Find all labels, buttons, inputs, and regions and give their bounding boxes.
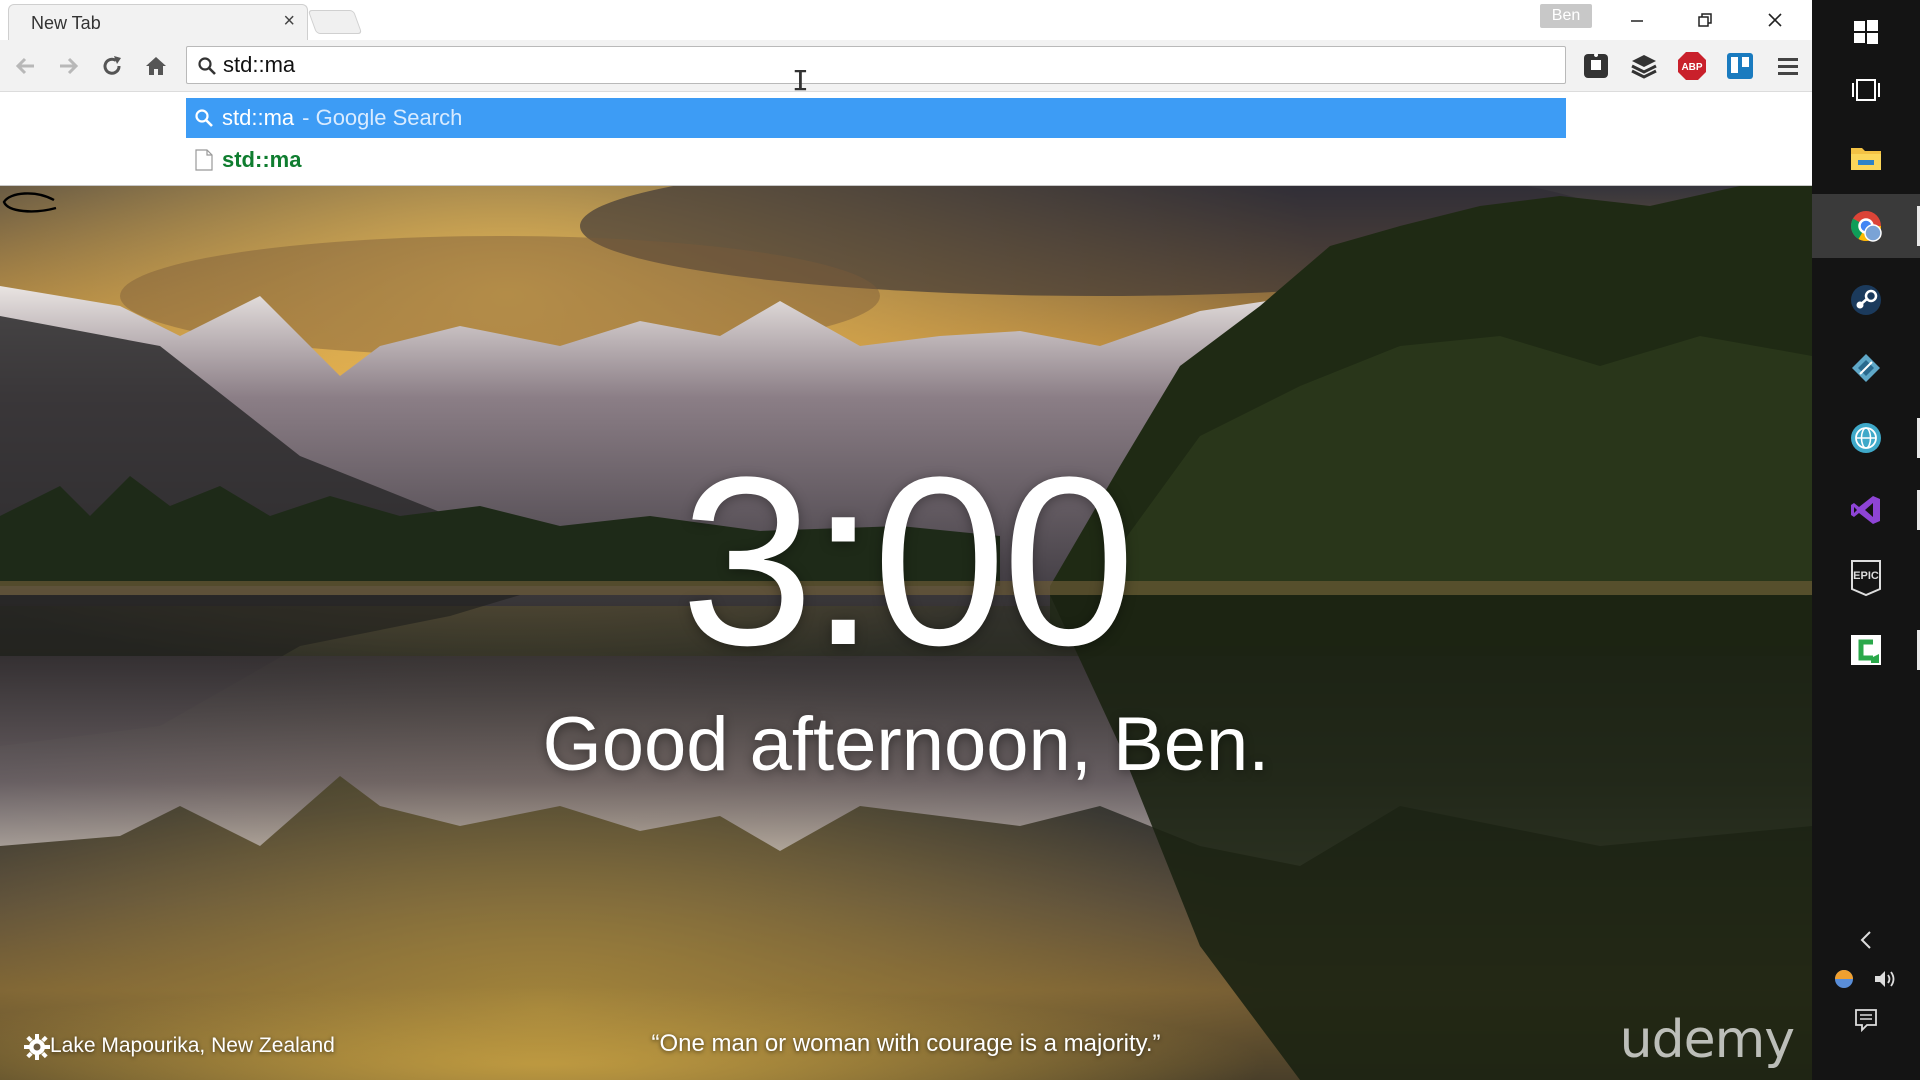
daily-quote: “One man or woman with courage is a majo… (651, 1030, 1161, 1057)
udemy-watermark: udemy (1619, 1010, 1795, 1070)
epic-games-icon[interactable]: EPIC (1812, 546, 1920, 610)
momentum-background: 3:00 Good afternoon, Ben. Lake Mapourika… (0, 186, 1812, 1080)
layers-extension-icon[interactable] (1628, 50, 1660, 82)
search-icon (197, 56, 217, 81)
tab-title: New Tab (31, 13, 101, 33)
forward-arrow-icon[interactable] (52, 50, 84, 82)
notifications-icon[interactable] (1854, 1008, 1878, 1037)
adblock-plus-icon[interactable]: ABP (1676, 50, 1708, 82)
tab-close-icon[interactable]: × (283, 11, 295, 31)
greeting-text: Good afternoon, Ben. (542, 702, 1270, 787)
user-status-icon[interactable] (1833, 968, 1855, 995)
profile-badge[interactable]: Ben (1540, 4, 1592, 28)
browser-toolbar: ABP (0, 40, 1812, 92)
globe-app-icon[interactable] (1812, 406, 1920, 470)
tray-expand[interactable] (1812, 930, 1920, 955)
browser-window: New Tab × Ben std::ma ABP I std::ma - Go… (0, 0, 1812, 1080)
puzzle-extension-icon[interactable] (1580, 50, 1612, 82)
app-diamond-icon[interactable] (1812, 336, 1920, 400)
reload-icon[interactable] (96, 50, 128, 82)
epic-label: EPIC (1853, 570, 1879, 582)
camtasia-icon[interactable] (1812, 618, 1920, 682)
page-icon (186, 149, 222, 171)
omnibox[interactable] (186, 46, 1566, 84)
chrome-icon[interactable] (1812, 194, 1920, 258)
close-window-icon[interactable] (1750, 4, 1800, 36)
search-icon (186, 108, 222, 128)
chevron-left-icon[interactable] (1859, 930, 1873, 955)
visual-studio-icon[interactable] (1812, 478, 1920, 542)
annotation-stroke (2, 192, 57, 213)
new-tab-button[interactable] (307, 10, 363, 34)
restore-icon[interactable] (1680, 4, 1730, 36)
back-arrow-icon[interactable] (10, 50, 42, 82)
windows-start-icon[interactable] (1812, 0, 1920, 64)
adblock-label: ABP (1681, 62, 1702, 73)
address-input[interactable] (223, 49, 1543, 81)
menu-icon[interactable] (1772, 50, 1804, 82)
clock-time: 3:00 (680, 427, 1135, 695)
suggestion-url[interactable]: std::ma (186, 140, 1566, 180)
suggestion-description: - Google Search (302, 105, 463, 130)
suggestion-text: std::ma (222, 147, 302, 172)
tab-strip: New Tab × Ben (0, 0, 1812, 40)
steam-icon[interactable] (1812, 268, 1920, 332)
suggestion-google-search[interactable]: std::ma - Google Search (186, 98, 1566, 138)
omnibox-suggestions: std::ma - Google Search std::ma (0, 92, 1812, 186)
trello-icon[interactable] (1724, 50, 1756, 82)
home-icon[interactable] (140, 50, 172, 82)
tab-new-tab[interactable]: New Tab × (8, 4, 308, 40)
task-view-icon[interactable] (1812, 58, 1920, 122)
system-tray (1812, 968, 1920, 995)
file-explorer-icon[interactable] (1812, 126, 1920, 190)
minimize-icon[interactable] (1612, 4, 1662, 36)
action-center (1812, 1008, 1920, 1037)
windows-taskbar: EPIC (1812, 0, 1920, 1080)
suggestion-text: std::ma (222, 105, 295, 130)
volume-icon[interactable] (1873, 968, 1899, 995)
